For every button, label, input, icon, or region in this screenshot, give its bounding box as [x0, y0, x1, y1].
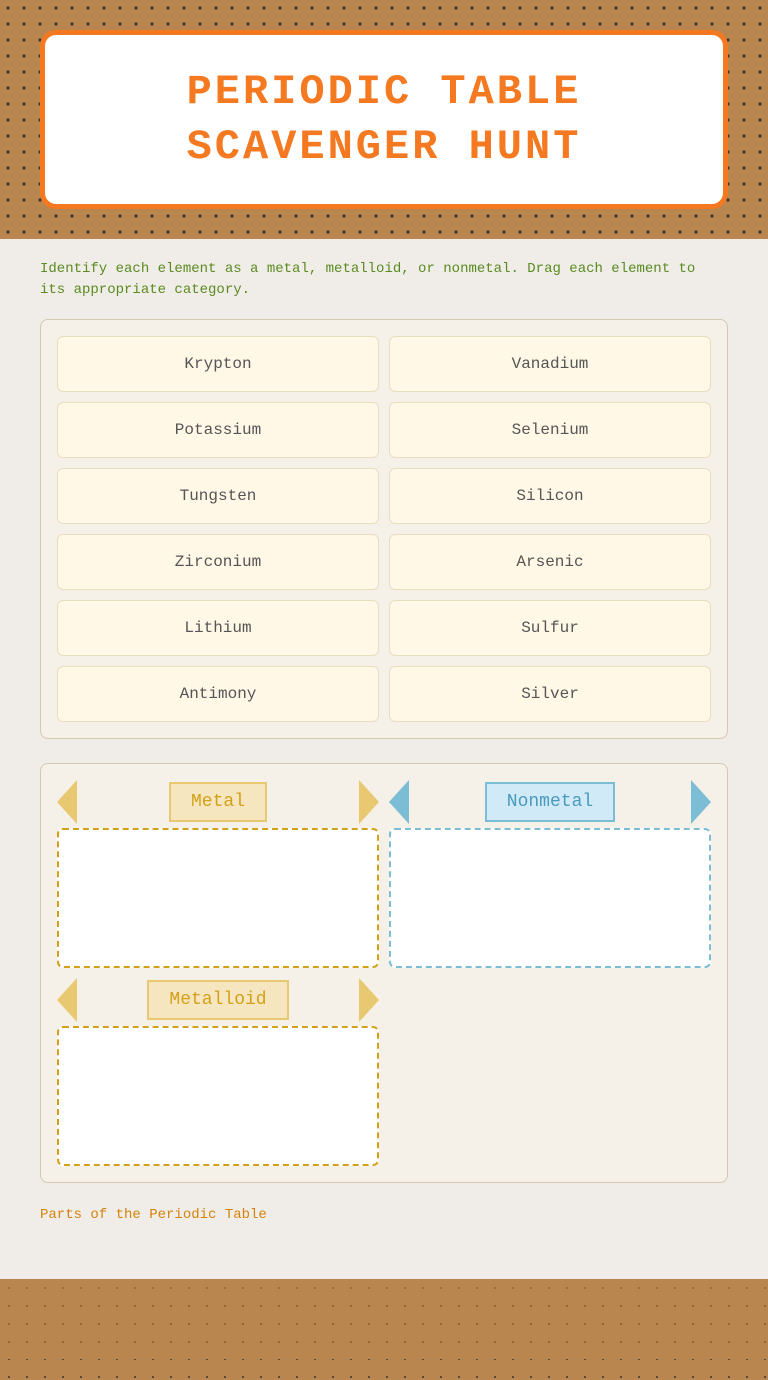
nonmetal-ribbon-right — [691, 780, 711, 824]
page-title: PERIODIC TABLE SCAVENGER HUNT — [85, 65, 683, 174]
title-card: PERIODIC TABLE SCAVENGER HUNT — [40, 30, 728, 209]
metalloid-ribbon-right — [359, 978, 379, 1022]
nonmetal-label: Nonmetal — [485, 782, 615, 822]
element-item[interactable]: Zirconium — [57, 534, 379, 590]
metalloid-zone-wrapper: Metalloid — [57, 978, 379, 1166]
elements-grid: KryptonVanadiumPotassiumSeleniumTungsten… — [57, 336, 711, 722]
nonmetal-zone-wrapper: Nonmetal — [389, 780, 711, 968]
footer-link[interactable]: Parts of the Periodic Table — [40, 1207, 728, 1223]
top-drop-row: Metal Nonmetal — [57, 780, 711, 968]
instructions-text: Identify each element as a metal, metall… — [40, 259, 728, 301]
element-item[interactable]: Tungsten — [57, 468, 379, 524]
drop-zones-section: Metal Nonmetal Metalloid — [40, 763, 728, 1183]
element-item[interactable]: Silicon — [389, 468, 711, 524]
element-item[interactable]: Arsenic — [389, 534, 711, 590]
element-item[interactable]: Selenium — [389, 402, 711, 458]
element-item[interactable]: Potassium — [57, 402, 379, 458]
metal-drop-area[interactable] — [57, 828, 379, 968]
metal-ribbon-right — [359, 780, 379, 824]
element-item[interactable]: Silver — [389, 666, 711, 722]
metalloid-banner: Metalloid — [57, 978, 379, 1022]
element-item[interactable]: Lithium — [57, 600, 379, 656]
bottom-drop-row: Metalloid — [57, 978, 711, 1166]
element-item[interactable]: Antimony — [57, 666, 379, 722]
empty-zone-wrapper — [389, 978, 711, 1166]
metalloid-label: Metalloid — [147, 980, 288, 1020]
metal-banner: Metal — [57, 780, 379, 824]
nonmetal-ribbon-left — [389, 780, 409, 824]
metalloid-drop-area[interactable] — [57, 1026, 379, 1166]
metal-ribbon-left — [57, 780, 77, 824]
metal-label: Metal — [169, 782, 267, 822]
metal-zone-wrapper: Metal — [57, 780, 379, 968]
metalloid-ribbon-left — [57, 978, 77, 1022]
element-item[interactable]: Krypton — [57, 336, 379, 392]
bottom-section — [0, 1279, 768, 1359]
nonmetal-drop-area[interactable] — [389, 828, 711, 968]
nonmetal-banner: Nonmetal — [389, 780, 711, 824]
element-item[interactable]: Sulfur — [389, 600, 711, 656]
elements-container: KryptonVanadiumPotassiumSeleniumTungsten… — [40, 319, 728, 739]
element-item[interactable]: Vanadium — [389, 336, 711, 392]
